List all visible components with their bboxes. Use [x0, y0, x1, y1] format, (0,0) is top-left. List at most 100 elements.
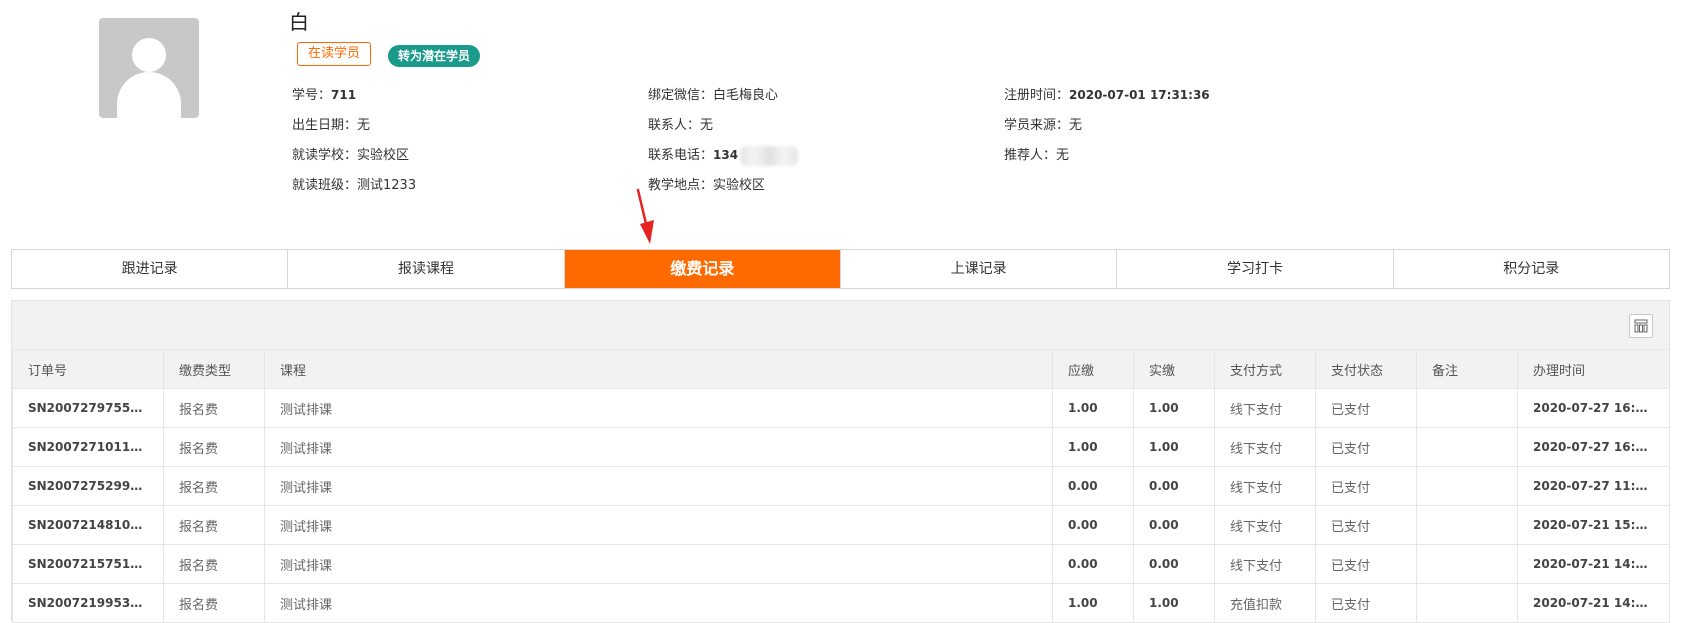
cell-order-no: SN20072752999751... — [12, 466, 164, 506]
cell-handled-time: 2020-07-21 14:55:21 — [1517, 544, 1670, 584]
tab-points-records[interactable]: 积分记录 — [1394, 250, 1669, 288]
column-header-course[interactable]: 课程 — [264, 349, 1053, 389]
cell-order-no: SN20072797555610... — [12, 388, 164, 428]
cell-remark — [1416, 505, 1518, 545]
cell-remark — [1416, 427, 1518, 467]
avatar-body-shape — [117, 72, 181, 118]
table-row[interactable]: SN2007271011001083 报名费 测试排课 1.00 1.00 线下… — [12, 427, 1670, 467]
info-value: 无 — [1056, 148, 1070, 163]
table-row[interactable]: SN20072148102489... 报名费 测试排课 0.00 0.00 线… — [12, 505, 1670, 545]
info-location: 教学地点：实验校区 — [648, 174, 765, 193]
info-label: 联系人： — [648, 118, 701, 133]
info-value: 实验校区 — [713, 178, 766, 193]
info-value: 白毛梅良心 — [713, 88, 779, 103]
cell-order-no: SN2007219953100531 — [12, 583, 164, 623]
column-header-pay-method[interactable]: 支付方式 — [1214, 349, 1316, 389]
tab-follow-up[interactable]: 跟进记录 — [12, 250, 289, 288]
column-header-pay-status[interactable]: 支付状态 — [1315, 349, 1417, 389]
convert-to-prospect-button[interactable]: 转为潜在学员 — [388, 45, 481, 67]
info-label: 联系电话： — [648, 148, 714, 163]
cell-pay-method: 线下支付 — [1214, 505, 1316, 545]
cell-amount-paid: 0.00 — [1133, 466, 1215, 506]
cell-course: 测试排课 — [264, 544, 1053, 584]
cell-course: 测试排课 — [264, 427, 1053, 467]
cell-remark — [1416, 544, 1518, 584]
tab-payment-records[interactable]: 缴费记录 — [564, 250, 841, 288]
column-header-handled-time[interactable]: 办理时间 — [1517, 349, 1670, 389]
info-label: 学号： — [292, 88, 332, 103]
cell-order-no: SN20072148102489... — [12, 505, 164, 545]
info-label: 绑定微信： — [648, 88, 714, 103]
column-header-amount-paid[interactable]: 实缴 — [1133, 349, 1215, 389]
cell-fee-type: 报名费 — [163, 466, 265, 506]
cell-remark — [1416, 388, 1518, 428]
avatar — [99, 18, 199, 118]
column-header-amount-due[interactable]: 应缴 — [1052, 349, 1134, 389]
cell-amount-paid: 1.00 — [1133, 427, 1215, 467]
annotation-arrow-icon — [636, 188, 654, 244]
cell-course: 测试排课 — [264, 466, 1053, 506]
info-student-no: 学号：711 — [292, 84, 356, 103]
info-label: 推荐人： — [1004, 148, 1057, 163]
table-row[interactable]: SN20072797555610... 报名费 测试排课 1.00 1.00 线… — [12, 388, 1670, 428]
cell-amount-due: 1.00 — [1052, 388, 1134, 428]
table-row[interactable]: SN2007215751505261 报名费 测试排课 0.00 0.00 线下… — [12, 544, 1670, 584]
blurred-phone-digits — [740, 145, 799, 166]
payment-table-panel: 订单号 缴费类型 课程 应缴 实缴 支付方式 支付状态 备注 办理时间 SN20… — [11, 300, 1670, 623]
table-row[interactable]: SN20072752999751... 报名费 测试排课 0.00 0.00 线… — [12, 466, 1670, 506]
info-value: 134 — [713, 148, 739, 162]
cell-pay-status: 已支付 — [1315, 505, 1417, 545]
cell-course: 测试排课 — [264, 505, 1053, 545]
info-class: 就读班级：测试1233 — [292, 174, 416, 193]
info-source: 学员来源：无 — [1004, 114, 1082, 133]
cell-pay-status: 已支付 — [1315, 427, 1417, 467]
info-school: 就读学校：实验校区 — [292, 144, 409, 163]
cell-fee-type: 报名费 — [163, 505, 265, 545]
cell-remark — [1416, 466, 1518, 506]
info-label: 学员来源： — [1004, 118, 1070, 133]
cell-order-no: SN2007271011001083 — [12, 427, 164, 467]
cell-amount-due: 1.00 — [1052, 583, 1134, 623]
info-value: 无 — [700, 118, 714, 133]
tab-class-records[interactable]: 上课记录 — [841, 250, 1118, 288]
table-row[interactable]: SN2007219953100531 报名费 测试排课 1.00 1.00 充值… — [12, 583, 1670, 623]
column-header-fee-type[interactable]: 缴费类型 — [163, 349, 265, 389]
tab-enrolled-courses[interactable]: 报读课程 — [288, 250, 565, 288]
student-name: 白 — [289, 10, 309, 34]
cell-amount-paid: 0.00 — [1133, 505, 1215, 545]
column-header-order-no[interactable]: 订单号 — [12, 349, 164, 389]
info-value: 无 — [1069, 118, 1083, 133]
cell-remark — [1416, 583, 1518, 623]
info-label: 就读班级： — [292, 178, 358, 193]
cell-amount-paid: 0.00 — [1133, 544, 1215, 584]
info-value: 测试1233 — [357, 178, 417, 193]
cell-amount-paid: 1.00 — [1133, 583, 1215, 623]
cell-pay-method: 线下支付 — [1214, 388, 1316, 428]
cell-course: 测试排课 — [264, 583, 1053, 623]
cell-fee-type: 报名费 — [163, 427, 265, 467]
cell-fee-type: 报名费 — [163, 544, 265, 584]
info-phone: 联系电话：134 — [648, 144, 799, 166]
cell-pay-method: 线下支付 — [1214, 466, 1316, 506]
cell-pay-method: 线下支付 — [1214, 544, 1316, 584]
cell-course: 测试排课 — [264, 388, 1053, 428]
cell-pay-status: 已支付 — [1315, 544, 1417, 584]
cell-fee-type: 报名费 — [163, 583, 265, 623]
cell-amount-due: 0.00 — [1052, 466, 1134, 506]
cell-amount-due: 1.00 — [1052, 427, 1134, 467]
info-register-time: 注册时间：2020-07-01 17:31:36 — [1004, 84, 1210, 103]
column-grid-icon — [1634, 319, 1648, 333]
student-detail-page: 白 在读学员 转为潜在学员 学号：711 出生日期：无 就读学校：实验校区 就读… — [0, 0, 1683, 623]
column-header-remark[interactable]: 备注 — [1416, 349, 1518, 389]
avatar-head-shape — [132, 38, 166, 72]
table-header-row: 订单号 缴费类型 课程 应缴 实缴 支付方式 支付状态 备注 办理时间 — [12, 349, 1670, 389]
tab-study-checkin[interactable]: 学习打卡 — [1117, 250, 1394, 288]
info-value: 无 — [357, 118, 371, 133]
cell-handled-time: 2020-07-27 16:43:26 — [1517, 427, 1670, 467]
column-settings-button[interactable] — [1629, 314, 1653, 338]
cell-amount-due: 0.00 — [1052, 505, 1134, 545]
info-label: 注册时间： — [1004, 88, 1070, 103]
info-value: 711 — [331, 88, 357, 102]
payment-records-table: 订单号 缴费类型 课程 应缴 实缴 支付方式 支付状态 备注 办理时间 SN20… — [12, 349, 1670, 623]
cell-handled-time: 2020-07-27 16:55:06 — [1517, 388, 1670, 428]
